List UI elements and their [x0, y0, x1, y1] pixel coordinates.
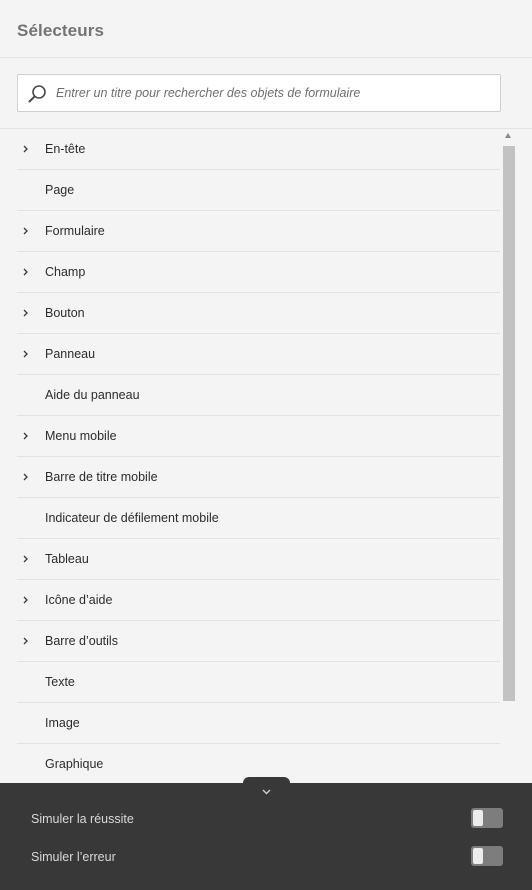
simulate-error-toggle[interactable] — [471, 846, 503, 866]
selector-list-container: En-tête Page Formulaire Champ Bouton Panneau A… — [0, 128, 532, 783]
panel-header: Sélecteurs — [0, 0, 532, 58]
chevron-right-icon[interactable] — [20, 224, 32, 238]
list-item[interactable]: Barre de titre mobile — [17, 457, 500, 498]
chevron-right-icon[interactable] — [20, 142, 32, 156]
chevron-right-icon[interactable] — [20, 593, 32, 607]
panel-title: Sélecteurs — [17, 21, 104, 40]
list-item[interactable]: Page — [17, 170, 500, 211]
toggle-row-error: Simuler l’erreur — [0, 842, 532, 872]
list-item-label: Image — [45, 716, 80, 730]
toggle-knob — [473, 848, 483, 864]
chevron-right-icon[interactable] — [20, 429, 32, 443]
list-item-label: Icône d’aide — [45, 593, 113, 607]
simulate-success-toggle[interactable] — [471, 808, 503, 828]
simulation-footer: Simuler la réussite Simuler l’erreur — [0, 783, 532, 890]
list-item-label: Bouton — [45, 306, 85, 320]
list-item[interactable]: Menu mobile — [17, 416, 500, 457]
list-item[interactable]: Formulaire — [17, 211, 500, 252]
toggle-row-success: Simuler la réussite — [0, 804, 532, 834]
list-item-label: Menu mobile — [45, 429, 117, 443]
list-item-label: Formulaire — [45, 224, 105, 238]
scroll-up-arrow-icon[interactable] — [505, 133, 511, 138]
list-item-label: Indicateur de défilement mobile — [45, 511, 219, 525]
scrollbar-thumb[interactable] — [503, 146, 515, 701]
list-item-label: Barre de titre mobile — [45, 470, 158, 484]
list-item-label: Barre d’outils — [45, 634, 118, 648]
list-item-label: Texte — [45, 675, 75, 689]
chevron-right-icon[interactable] — [20, 552, 32, 566]
list-item[interactable]: Image — [17, 703, 500, 744]
collapse-footer-button[interactable] — [243, 777, 290, 797]
selector-list: En-tête Page Formulaire Champ Bouton Panneau A… — [17, 129, 500, 783]
scrollbar[interactable] — [503, 129, 515, 783]
list-item[interactable]: Icône d’aide — [17, 580, 500, 621]
search-icon — [27, 84, 47, 104]
selectors-panel: Sélecteurs En-tête Page Formulaire Champ Bou… — [0, 0, 532, 890]
list-item[interactable]: Panneau — [17, 334, 500, 375]
list-item[interactable]: En-tête — [17, 129, 500, 170]
search-box[interactable] — [17, 74, 501, 112]
list-item[interactable]: Champ — [17, 252, 500, 293]
list-item-label: Champ — [45, 265, 86, 279]
toggle-label-error: Simuler l’erreur — [31, 850, 116, 864]
chevron-right-icon[interactable] — [20, 265, 32, 279]
list-item-label: Graphique — [45, 757, 104, 771]
list-item[interactable]: Texte — [17, 662, 500, 703]
chevron-down-icon — [261, 783, 272, 795]
chevron-right-icon[interactable] — [20, 347, 32, 361]
list-item[interactable]: Bouton — [17, 293, 500, 334]
list-item[interactable]: Indicateur de défilement mobile — [17, 498, 500, 539]
toggle-label-success: Simuler la réussite — [31, 812, 134, 826]
chevron-right-icon[interactable] — [20, 306, 32, 320]
chevron-right-icon[interactable] — [20, 470, 32, 484]
list-item-label: Page — [45, 183, 75, 197]
list-item[interactable]: Tableau — [17, 539, 500, 580]
list-item-label: Panneau — [45, 347, 96, 361]
toggle-knob — [473, 810, 483, 826]
list-item[interactable]: Aide du panneau — [17, 375, 500, 416]
list-item-label: Tableau — [45, 552, 89, 566]
chevron-right-icon[interactable] — [20, 634, 32, 648]
search-input[interactable] — [56, 75, 496, 111]
list-item[interactable]: Barre d’outils — [17, 621, 500, 662]
list-item-label: En-tête — [45, 142, 86, 156]
list-item-label: Aide du panneau — [45, 388, 140, 402]
